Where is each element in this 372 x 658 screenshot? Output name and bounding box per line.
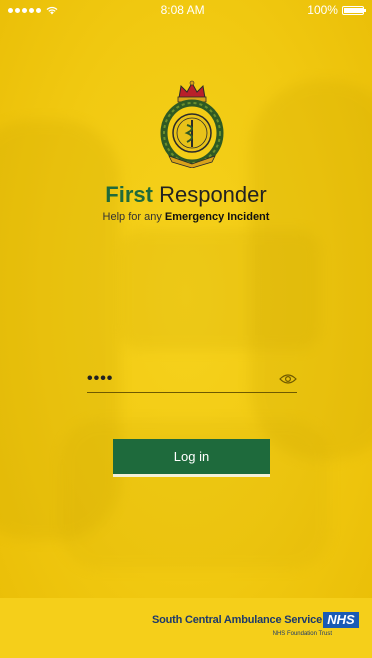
battery-area: 100% — [307, 3, 366, 17]
signal-strength-icon — [8, 7, 41, 13]
trust-name: NHS Foundation Trust — [272, 631, 332, 637]
organization-name: South Central Ambulance Service — [151, 614, 322, 626]
clock: 8:08 AM — [160, 3, 205, 17]
app-tagline: Help for any Emergency Incident — [0, 211, 372, 223]
tagline-emphasis: Emergency Incident — [164, 211, 270, 223]
app-title-first: First — [105, 182, 153, 207]
wifi-icon — [46, 6, 58, 14]
background-stretcher — [120, 230, 320, 350]
status-bar: 8:08 AM 100% — [0, 0, 372, 20]
signal-area — [8, 6, 58, 15]
login-button[interactable]: Log in — [113, 439, 270, 477]
footer — [0, 598, 372, 658]
pin-value: •••• — [87, 370, 114, 387]
ambulance-service-crest-icon — [160, 80, 224, 168]
battery-icon — [341, 5, 366, 15]
battery-percent: 100% — [307, 3, 338, 17]
login-screen: 8:08 AM 100% First Responder Help for an… — [0, 0, 372, 658]
app-title: First Responder — [0, 182, 372, 208]
tagline-prefix: Help for any — [102, 211, 165, 223]
app-title-rest: Responder — [152, 182, 267, 207]
nhs-logo: NHS — [323, 612, 359, 628]
pin-input[interactable]: •••• — [87, 366, 297, 393]
eye-icon[interactable] — [279, 373, 297, 385]
